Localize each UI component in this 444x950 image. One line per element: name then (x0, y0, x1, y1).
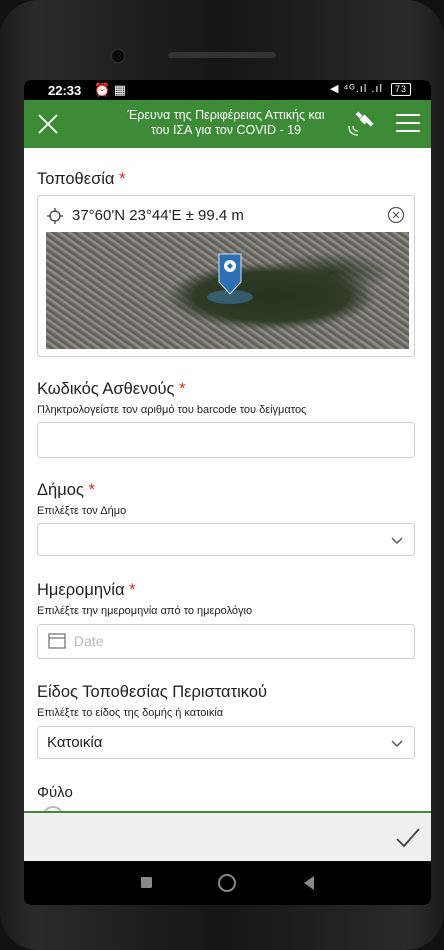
menu-icon[interactable] (396, 114, 420, 134)
close-icon[interactable] (36, 112, 60, 136)
battery-icon: 73 (390, 83, 411, 96)
required-mark: * (179, 380, 186, 398)
site-type-label: Είδος Τοποθεσίας Περιστατικού (37, 683, 267, 702)
date-placeholder: Date (74, 633, 104, 649)
clear-location-icon[interactable] (387, 206, 405, 224)
required-mark: * (88, 481, 95, 499)
date-label-text: Ημερομηνία (37, 581, 125, 599)
location-label-text: Τοποθεσία (37, 170, 115, 188)
check-icon[interactable] (395, 826, 421, 850)
patient-code-helper: Πληκτρολογείστε τον αριθμό του barcode τ… (37, 404, 307, 416)
location-field[interactable]: 37°60'N 23°44'E ± 99.4 m (37, 195, 415, 357)
chevron-down-icon (391, 537, 403, 544)
site-type-helper: Επιλέξτε το είδος της δομής ή κατοικία (37, 707, 224, 719)
site-type-value: Κατοικία (47, 734, 103, 751)
site-type-label-text: Είδος Τοποθεσίας Περιστατικού (37, 683, 268, 701)
system-nav-bar (24, 861, 431, 905)
patient-code-label-text: Κωδικός Ασθενούς (37, 380, 175, 398)
action-bar (24, 811, 431, 863)
date-helper: Επιλέξτε την ημερομηνία από το ημερολόγι… (37, 605, 253, 617)
recents-icon[interactable] (141, 877, 152, 888)
form-content: Τοποθεσία * 37°60'N 23°44'E ± 99.4 m Κωδ… (24, 148, 431, 811)
location-coordinates: 37°60'N 23°44'E ± 99.4 m (72, 207, 244, 224)
gps-satellite-icon[interactable] (346, 110, 376, 138)
municipality-select[interactable] (37, 523, 415, 556)
required-mark: * (129, 581, 136, 599)
status-right-icons: ◀ ⁴ᴳ.ıl .ıl 73 (330, 82, 411, 96)
required-mark: * (119, 170, 126, 188)
municipality-label: Δήμος * (37, 481, 95, 500)
crosshair-icon (47, 208, 63, 224)
signal-icons: ◀ ⁴ᴳ.ıl .ıl (330, 83, 383, 95)
status-time: 22:33 (48, 83, 82, 98)
sex-label: Φύλο (37, 784, 73, 801)
phone-screen: 22:33 ⏰ ▦ ◀ ⁴ᴳ.ıl .ıl 73 Έρευνα της Περι… (24, 80, 431, 905)
phone-frame: 22:33 ⏰ ▦ ◀ ⁴ᴳ.ıl .ıl 73 Έρευνα της Περι… (0, 0, 444, 950)
home-icon[interactable] (218, 874, 236, 892)
patient-code-input[interactable] (37, 422, 415, 458)
front-camera (110, 48, 126, 64)
app-title-line2: του ΙΣΑ για τον COVID - 19 (150, 123, 302, 137)
municipality-label-text: Δήμος (37, 481, 84, 499)
location-map[interactable] (46, 232, 409, 349)
map-pin-icon (218, 253, 242, 295)
location-label: Τοποθεσία * (37, 170, 125, 189)
status-left-icons: ⏰ ▦ (94, 82, 127, 97)
earpiece-speaker (168, 52, 276, 58)
chevron-down-icon (391, 740, 403, 747)
patient-code-label: Κωδικός Ασθενούς * (37, 380, 186, 399)
date-input[interactable]: Date (37, 624, 415, 659)
site-type-select[interactable]: Κατοικία (37, 726, 415, 759)
municipality-helper: Επιλέξτε τον Δήμο (37, 505, 127, 517)
calendar-icon (48, 633, 66, 649)
app-title-line1: Έρευνα της Περιφέρειας Αττικής και (127, 108, 325, 122)
back-icon[interactable] (304, 876, 314, 890)
status-bar: 22:33 ⏰ ▦ ◀ ⁴ᴳ.ıl .ıl 73 (24, 80, 431, 100)
date-label: Ημερομηνία * (37, 581, 136, 600)
app-bar: Έρευνα της Περιφέρειας Αττικής και του Ι… (24, 100, 431, 148)
app-title: Έρευνα της Περιφέρειας Αττικής και του Ι… (106, 108, 346, 138)
